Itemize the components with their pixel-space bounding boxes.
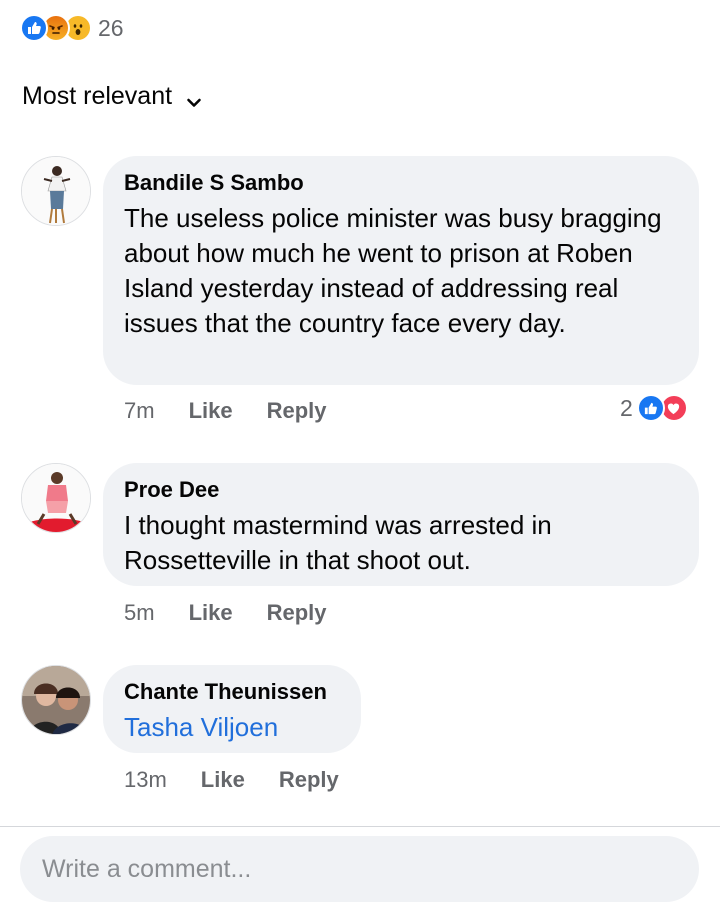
reaction-count: 26	[98, 14, 124, 41]
avatar[interactable]	[21, 463, 91, 533]
avatar[interactable]	[21, 156, 91, 226]
like-button[interactable]: Like	[201, 767, 245, 793]
comment-text: I thought mastermind was arrested in Ros…	[124, 510, 552, 575]
comment-bubble: Chante Theunissen Tasha Viljoen	[103, 665, 361, 753]
comment-composer[interactable]	[20, 836, 699, 902]
sort-label: Most relevant	[22, 82, 173, 110]
like-icon	[636, 394, 665, 422]
comment-author[interactable]: Proe Dee	[124, 477, 679, 503]
comment-bubble: Proe Dee I thought mastermind was arrest…	[103, 463, 699, 586]
comment-reactions[interactable]: 2	[620, 394, 688, 422]
comment-actions: 7m Like Reply	[124, 398, 327, 424]
sort-dropdown[interactable]: Most relevant	[22, 82, 202, 111]
reply-button[interactable]: Reply	[267, 398, 327, 424]
comment-actions: 13m Like Reply	[124, 767, 339, 793]
comment-actions: 5m Like Reply	[124, 600, 327, 626]
comment-timestamp[interactable]: 5m	[124, 600, 155, 626]
comment-text: The useless police minister was busy bra…	[124, 203, 662, 338]
like-icon	[20, 14, 48, 42]
comment-author[interactable]: Chante Theunissen	[124, 679, 341, 705]
comment-reaction-count: 2	[620, 394, 633, 421]
mention-link[interactable]: Tasha Viljoen	[124, 710, 341, 745]
avatar[interactable]	[21, 665, 91, 735]
comment-bubble: Bandile S Sambo The useless police minis…	[103, 156, 699, 385]
comment-timestamp[interactable]: 13m	[124, 767, 167, 793]
like-button[interactable]: Like	[189, 600, 233, 626]
reply-button[interactable]: Reply	[267, 600, 327, 626]
reaction-summary[interactable]: 26	[20, 13, 124, 43]
comment-input[interactable]	[42, 854, 699, 884]
comment-timestamp[interactable]: 7m	[124, 398, 155, 424]
chevron-down-icon	[186, 89, 202, 107]
comment-author[interactable]: Bandile S Sambo	[124, 170, 679, 196]
reply-button[interactable]: Reply	[279, 767, 339, 793]
divider	[0, 826, 720, 827]
like-button[interactable]: Like	[189, 398, 233, 424]
